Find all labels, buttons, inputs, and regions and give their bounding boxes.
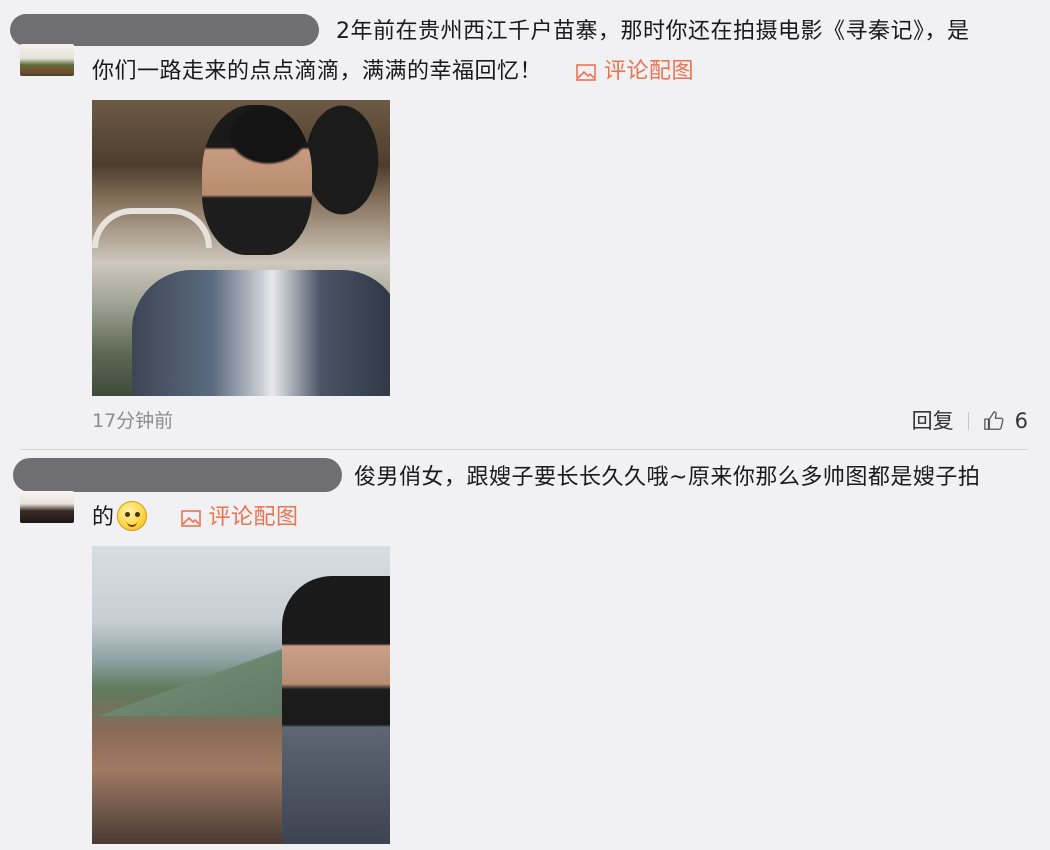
photo-figure-head: [202, 105, 312, 255]
avatar[interactable]: [20, 44, 74, 76]
comment-divider: [20, 449, 1028, 450]
comment-timestamp: 17分钟前: [92, 410, 174, 432]
comment-picture-label: 评论配图: [604, 59, 695, 84]
comment-photo[interactable]: [92, 100, 390, 396]
image-icon: [576, 63, 596, 81]
like-button[interactable]: 6: [983, 404, 1028, 438]
comment-item: 2年前在贵州西江千户苗寨，那时你还在拍摄电影《寻秦记》，是 你们一路走来的点点滴…: [0, 0, 1050, 450]
redacted-username[interactable]: [10, 14, 319, 46]
comment-text-line: 2年前在贵州西江千户苗寨，那时你还在拍摄电影《寻秦记》，是: [336, 19, 970, 44]
divider: [967, 412, 969, 430]
comment-actions: 回复 6: [912, 404, 1028, 438]
photo-figure: [132, 270, 390, 396]
comment-text-line: 俊男俏女，跟嫂子要长长久久哦~原来你那么多帅图都是嫂子拍: [354, 465, 981, 490]
photo-figure: [282, 576, 390, 844]
smirk-emoji-icon: [116, 501, 147, 531]
comment-picture-link[interactable]: 评论配图: [180, 496, 299, 540]
comment-text-line: 的 评论配图: [92, 496, 299, 540]
comment-item: 俊男俏女，跟嫂子要长长久久哦~原来你那么多帅图都是嫂子拍 的 评论配图: [0, 452, 1050, 850]
comment-picture-link[interactable]: 评论配图: [576, 50, 694, 94]
like-count: 6: [1014, 409, 1028, 433]
comment-photo[interactable]: [92, 546, 390, 844]
comment-text-line: 你们一路走来的点点滴滴，满满的幸福回忆！ 评论配图: [92, 50, 694, 94]
comment-picture-label: 评论配图: [208, 505, 299, 530]
image-icon: [180, 509, 201, 527]
redacted-username[interactable]: [13, 458, 342, 492]
avatar[interactable]: [20, 491, 74, 523]
comment-text: 你们一路走来的点点滴滴，满满的幸福回忆！: [92, 59, 543, 84]
thumbs-up-icon: [983, 411, 1004, 430]
reply-button[interactable]: 回复: [912, 404, 954, 438]
photo-scenery: [92, 208, 212, 248]
comment-text: 的: [92, 505, 115, 530]
